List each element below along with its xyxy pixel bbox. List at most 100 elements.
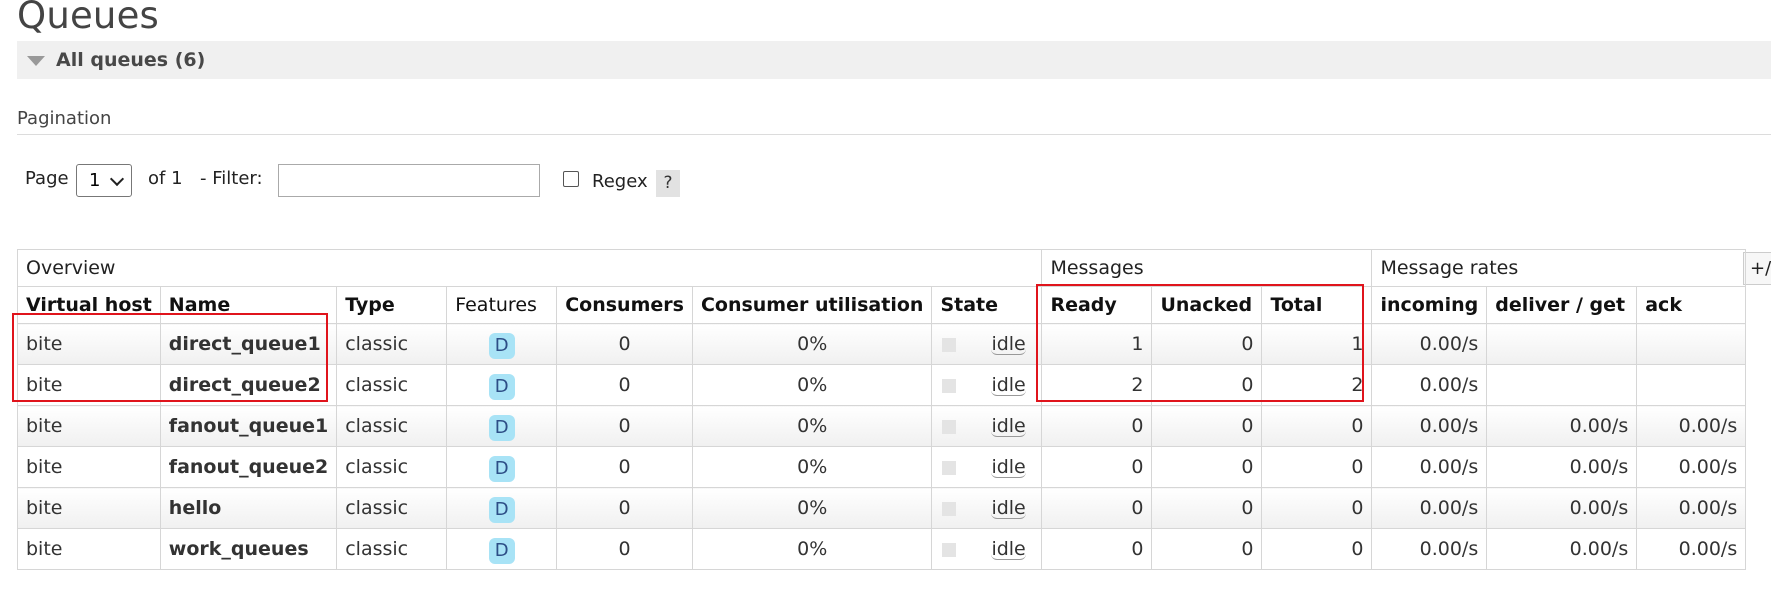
durable-badge: D — [488, 455, 515, 482]
cell-type: classic — [336, 487, 448, 529]
cell-type: classic — [336, 323, 448, 365]
chevron-down-icon — [109, 171, 125, 187]
column-header-virtual-host[interactable]: Virtual host — [17, 286, 161, 324]
all-queues-section-toggle[interactable]: All queues (6) — [17, 41, 1771, 79]
cell-features: D — [446, 323, 558, 365]
cell-consumers: 0 — [556, 446, 693, 488]
cell-incoming: 0.00/s — [1371, 323, 1488, 365]
regex-checkbox[interactable] — [563, 171, 579, 187]
page-count: of 1 — [148, 168, 183, 189]
table-row: bite fanout_queue2 classic D 0 0% idle 0 0 0 0.00/… — [17, 446, 1747, 488]
cell-incoming: 0.00/s — [1371, 487, 1488, 529]
page-label: Page — [25, 168, 69, 189]
filter-input[interactable] — [278, 164, 540, 197]
column-header-consumers[interactable]: Consumers — [556, 286, 693, 324]
column-toggle-button[interactable]: +/- — [1743, 252, 1771, 285]
cell-ready: 0 — [1041, 487, 1153, 529]
cell-state: idle — [931, 364, 1043, 406]
column-header-incoming[interactable]: incoming — [1371, 286, 1488, 324]
cell-queue-name: direct_queue2 — [159, 364, 338, 406]
column-header-features: Features — [446, 286, 558, 324]
state-label: idle — [991, 374, 1026, 396]
column-header-ack[interactable]: ack — [1636, 286, 1747, 324]
cell-queue-name: fanout_queue1 — [159, 405, 338, 447]
column-header-deliver-get[interactable]: deliver / get — [1486, 286, 1638, 324]
table-row: bite work_queues classic D 0 0% idle 0 0 0 0.00/s 0… — [17, 528, 1747, 570]
column-header-total[interactable]: Total — [1261, 286, 1373, 324]
cell-ack: 0.00/s — [1636, 487, 1747, 529]
cell-features: D — [446, 364, 558, 406]
cell-incoming: 0.00/s — [1371, 528, 1488, 570]
cell-consumer-utilisation: 0% — [691, 446, 933, 488]
page-select[interactable]: 1 — [76, 164, 132, 197]
cell-ready: 0 — [1041, 446, 1153, 488]
cell-total: 0 — [1261, 528, 1373, 570]
cell-virtual-host: bite — [17, 446, 161, 488]
state-indicator-icon — [942, 378, 957, 393]
table-row: bite direct_queue2 classic D 0 0% idle 2 0 2 0.00/… — [17, 364, 1747, 406]
queue-name-link[interactable]: direct_queue1 — [169, 333, 321, 355]
queues-table: Overview Messages Message rates Virtual … — [16, 249, 1747, 570]
state-label: idle — [991, 538, 1026, 560]
cell-ack: 0.00/s — [1636, 528, 1747, 570]
regex-label: Regex — [592, 171, 648, 192]
cell-total: 0 — [1261, 446, 1373, 488]
cell-virtual-host: bite — [17, 528, 161, 570]
cell-ack — [1636, 323, 1747, 365]
cell-total: 2 — [1261, 364, 1373, 406]
cell-unacked: 0 — [1151, 364, 1263, 406]
column-header-name[interactable]: Name — [159, 286, 338, 324]
cell-consumer-utilisation: 0% — [691, 364, 933, 406]
cell-type: classic — [336, 446, 448, 488]
table-row: bite hello classic D 0 0% idle 0 0 0 0.00/s 0.00/s 0… — [17, 487, 1747, 529]
durable-badge: D — [488, 496, 515, 523]
cell-queue-name: fanout_queue2 — [159, 446, 338, 488]
cell-type: classic — [336, 364, 448, 406]
cell-incoming: 0.00/s — [1371, 405, 1488, 447]
cell-ready: 0 — [1041, 528, 1153, 570]
cell-virtual-host: bite — [17, 487, 161, 529]
cell-unacked: 0 — [1151, 405, 1263, 447]
page-select-value: 1 — [89, 170, 101, 191]
cell-total: 0 — [1261, 487, 1373, 529]
cell-unacked: 0 — [1151, 528, 1263, 570]
state-indicator-icon — [942, 460, 957, 475]
queue-name-link[interactable]: fanout_queue1 — [169, 415, 328, 437]
cell-features: D — [446, 528, 558, 570]
column-header-ready[interactable]: Ready — [1041, 286, 1153, 324]
cell-consumers: 0 — [556, 364, 693, 406]
cell-deliver-get: 0.00/s — [1486, 446, 1638, 488]
cell-consumer-utilisation: 0% — [691, 528, 933, 570]
cell-consumers: 0 — [556, 487, 693, 529]
cell-consumer-utilisation: 0% — [691, 323, 933, 365]
column-header-type[interactable]: Type — [336, 286, 448, 324]
regex-help-button[interactable]: ? — [656, 170, 680, 197]
state-indicator-icon — [942, 419, 957, 434]
cell-incoming: 0.00/s — [1371, 446, 1488, 488]
column-header-state[interactable]: State — [931, 286, 1043, 324]
durable-badge: D — [488, 332, 515, 359]
cell-incoming: 0.00/s — [1371, 364, 1488, 406]
queue-name-link[interactable]: work_queues — [169, 538, 309, 560]
state-indicator-icon — [942, 501, 957, 516]
group-overview: Overview — [16, 249, 1043, 287]
cell-deliver-get — [1486, 364, 1638, 406]
cell-features: D — [446, 487, 558, 529]
cell-consumer-utilisation: 0% — [691, 487, 933, 529]
cell-ready: 2 — [1041, 364, 1153, 406]
section-label: All queues (6) — [56, 49, 206, 71]
cell-type: classic — [336, 405, 448, 447]
divider — [17, 134, 1771, 135]
cell-state: idle — [931, 528, 1043, 570]
cell-deliver-get: 0.00/s — [1486, 487, 1638, 529]
cell-features: D — [446, 446, 558, 488]
cell-queue-name: work_queues — [159, 528, 338, 570]
group-messages: Messages — [1041, 249, 1373, 287]
queue-name-link[interactable]: hello — [169, 497, 222, 519]
cell-virtual-host: bite — [17, 405, 161, 447]
column-header-consumer-utilisation[interactable]: Consumer utilisation — [691, 286, 933, 324]
queue-name-link[interactable]: fanout_queue2 — [169, 456, 328, 478]
cell-unacked: 0 — [1151, 487, 1263, 529]
column-header-unacked[interactable]: Unacked — [1151, 286, 1263, 324]
queue-name-link[interactable]: direct_queue2 — [169, 374, 321, 396]
